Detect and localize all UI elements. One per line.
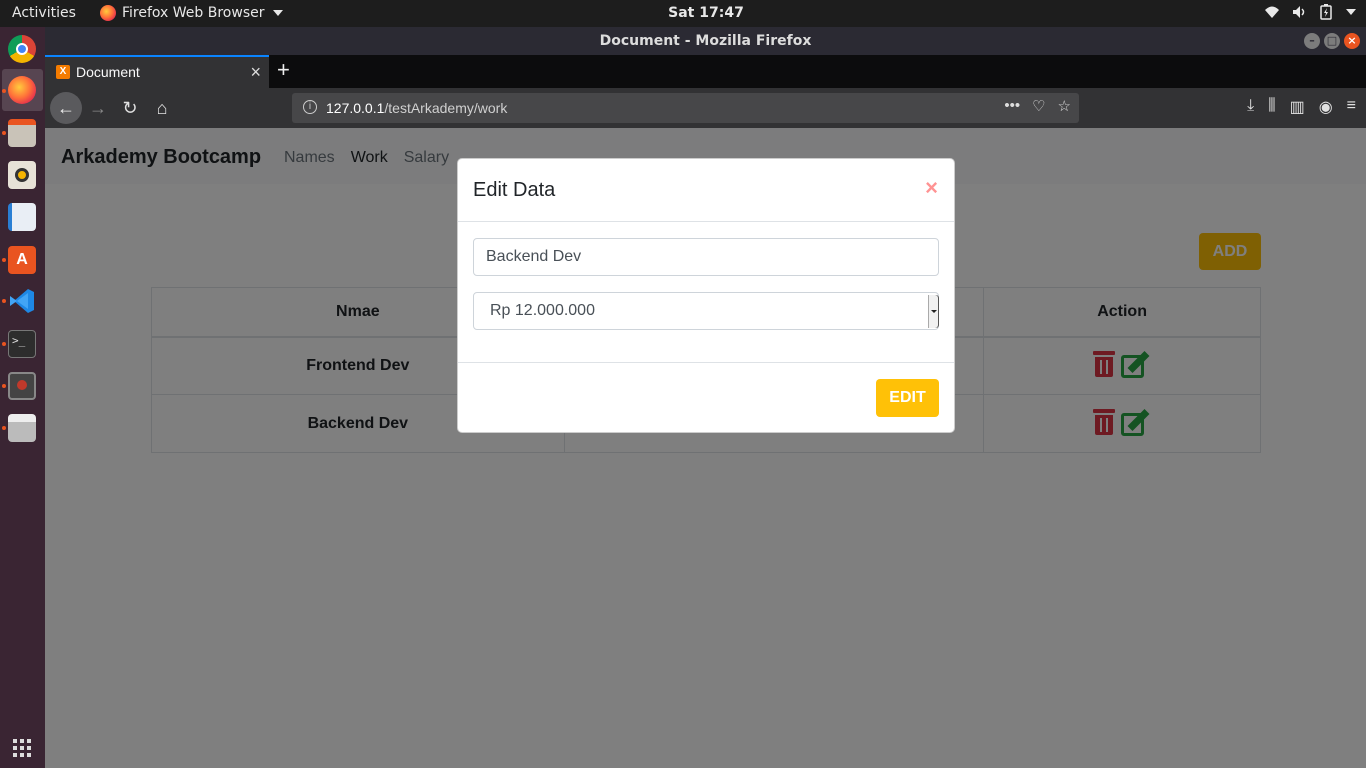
- libreoffice-writer-icon[interactable]: [8, 203, 36, 231]
- pocket-icon[interactable]: ♡: [1032, 97, 1045, 115]
- running-indicator: [2, 258, 6, 262]
- hamburger-menu-icon[interactable]: ≡: [1347, 97, 1356, 117]
- firefox-window: Document - Mozilla Firefox – □ × X Docum…: [45, 27, 1366, 768]
- sidebar-icon[interactable]: ▥: [1290, 97, 1305, 117]
- new-tab-button[interactable]: +: [277, 57, 290, 83]
- site-info-icon[interactable]: i: [303, 100, 317, 114]
- work-name-input[interactable]: Backend Dev: [473, 238, 939, 276]
- tab-document[interactable]: X Document ×: [45, 55, 269, 88]
- url-text: 127.0.0.1/testArkademy/work: [326, 100, 508, 116]
- running-indicator: [2, 426, 6, 430]
- system-menu-chevron-icon: [1346, 9, 1356, 15]
- running-indicator: [2, 299, 6, 303]
- firefox-icon[interactable]: [8, 76, 36, 104]
- system-tray[interactable]: [1264, 4, 1356, 20]
- account-icon[interactable]: ◉: [1319, 97, 1333, 117]
- library-icon[interactable]: ⫼: [1268, 97, 1275, 117]
- select-arrow-icon[interactable]: [928, 295, 938, 328]
- gnome-top-bar: Activities Firefox Web Browser Sat 17:47: [0, 0, 1366, 27]
- navigation-toolbar: ← → ↻ ⌂ i 127.0.0.1/testArkademy/work ••…: [45, 88, 1366, 128]
- back-button[interactable]: ←: [50, 92, 82, 124]
- page-actions-icon[interactable]: •••: [1004, 97, 1020, 115]
- running-indicator: [2, 384, 6, 388]
- ubuntu-dock: A >_: [0, 27, 45, 768]
- reload-button[interactable]: ↻: [118, 96, 142, 120]
- modal-title: Edit Data: [473, 179, 556, 201]
- window-titlebar[interactable]: Document - Mozilla Firefox – □ ×: [45, 27, 1366, 55]
- modal-close-icon[interactable]: ×: [925, 175, 938, 201]
- downloads-icon[interactable]: ⤓: [1247, 97, 1254, 117]
- page-content: Arkademy Bootcamp Names Work Salary ADD …: [45, 128, 1366, 768]
- battery-icon: [1320, 4, 1332, 20]
- chrome-icon[interactable]: [8, 35, 36, 63]
- tab-label: Document: [76, 64, 140, 80]
- tab-strip: X Document × +: [45, 55, 1366, 88]
- running-indicator: [2, 89, 6, 93]
- url-bar[interactable]: i 127.0.0.1/testArkademy/work ••• ♡ ☆: [292, 93, 1079, 123]
- edit-data-modal: Edit Data × Backend Dev Rp 12.000.000 ED…: [457, 158, 955, 433]
- edit-submit-button[interactable]: EDIT: [876, 379, 939, 417]
- printer-icon[interactable]: [8, 414, 36, 442]
- tab-close-icon[interactable]: ×: [250, 62, 261, 83]
- modal-footer: EDIT: [458, 362, 954, 432]
- close-window-button[interactable]: ×: [1344, 33, 1360, 49]
- salary-select[interactable]: Rp 12.000.000: [473, 292, 939, 330]
- forward-button[interactable]: →: [86, 96, 110, 120]
- show-applications-icon[interactable]: [13, 739, 31, 757]
- running-indicator: [2, 131, 6, 135]
- software-center-icon[interactable]: A: [8, 246, 36, 274]
- volume-icon: [1293, 6, 1305, 18]
- wifi-icon: [1265, 6, 1279, 18]
- maximize-button[interactable]: □: [1324, 33, 1340, 49]
- home-button[interactable]: ⌂: [150, 96, 174, 120]
- salary-select-value: Rp 12.000.000: [490, 302, 595, 319]
- modal-header: Edit Data ×: [458, 159, 954, 222]
- xampp-favicon-icon: X: [56, 65, 70, 79]
- rhythmbox-icon[interactable]: [8, 161, 36, 189]
- terminal-icon[interactable]: >_: [8, 330, 36, 358]
- vscode-icon[interactable]: [8, 287, 36, 315]
- window-title: Document - Mozilla Firefox: [599, 33, 812, 49]
- files-icon[interactable]: [8, 119, 36, 147]
- running-indicator: [2, 342, 6, 346]
- minimize-button[interactable]: –: [1304, 33, 1320, 49]
- clock[interactable]: Sat 17:47: [0, 5, 1366, 21]
- bookmark-star-icon[interactable]: ☆: [1058, 97, 1071, 115]
- screenshot-icon[interactable]: [8, 372, 36, 400]
